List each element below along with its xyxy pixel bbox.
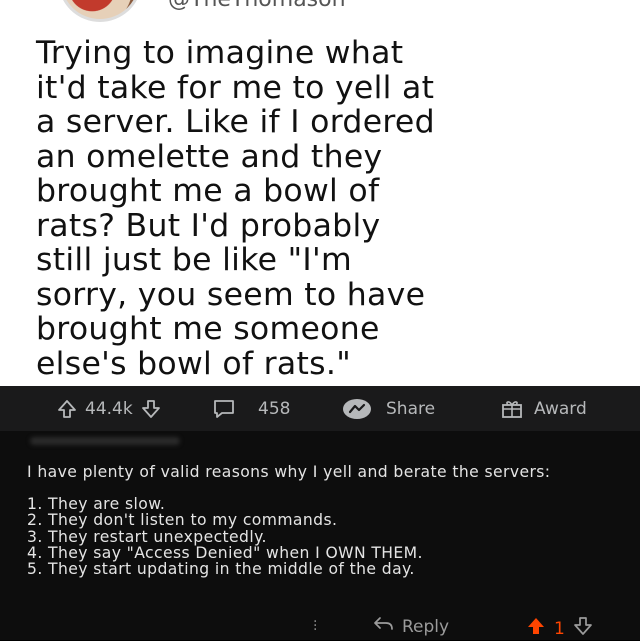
gift-icon bbox=[500, 398, 524, 420]
comment-icon bbox=[212, 398, 236, 420]
reply-icon bbox=[372, 616, 394, 637]
upvote-icon[interactable] bbox=[526, 616, 546, 641]
list-item: 4. They say "Access Denied" when I OWN T… bbox=[27, 543, 423, 562]
upvote-icon[interactable] bbox=[56, 398, 78, 420]
comment-vote: 1 bbox=[526, 616, 593, 641]
share-label: Share bbox=[386, 398, 436, 419]
tweet-text: Trying to imagine what it'd take for me … bbox=[36, 35, 435, 382]
list-item: 2. They don't listen to my commands. bbox=[27, 511, 338, 530]
comment: I have plenty of valid reasons why I yel… bbox=[0, 431, 640, 640]
tweet-handle: @TheThomason bbox=[168, 0, 346, 12]
list-item: 5. They start updating in the middle of … bbox=[27, 560, 415, 579]
downvote-icon[interactable] bbox=[140, 398, 162, 420]
reply-label: Reply bbox=[402, 616, 450, 637]
award-label: Award bbox=[534, 398, 587, 419]
vote-group: 44.4k bbox=[56, 386, 162, 431]
reasons-list: 1. They are slow. 2. They don't listen t… bbox=[27, 496, 627, 577]
upvote-count: 44.4k bbox=[85, 398, 133, 419]
redacted-author bbox=[30, 437, 180, 445]
list-item: 3. They restart unexpectedly. bbox=[27, 527, 267, 546]
comment-body: I have plenty of valid reasons why I yel… bbox=[27, 464, 627, 577]
downvote-icon[interactable] bbox=[573, 616, 593, 641]
award-button[interactable]: Award bbox=[500, 386, 587, 431]
comment-intro: I have plenty of valid reasons why I yel… bbox=[27, 463, 551, 481]
tweet-screenshot: @TheThomason Trying to imagine what it'd… bbox=[0, 0, 640, 386]
avatar bbox=[58, 0, 142, 22]
comment-score: 1 bbox=[554, 618, 565, 639]
comment-count: 458 bbox=[258, 398, 291, 419]
share-icon bbox=[342, 398, 372, 420]
share-button[interactable]: Share bbox=[342, 386, 435, 431]
comment-footer: · · · Reply 1 bbox=[0, 614, 640, 640]
comments-button[interactable]: 458 bbox=[212, 386, 290, 431]
reply-button[interactable]: Reply bbox=[372, 616, 449, 637]
more-options-icon[interactable]: · · · bbox=[313, 615, 317, 637]
list-item: 1. They are slow. bbox=[27, 495, 166, 514]
post-action-bar: 44.4k 458 Share Award bbox=[0, 386, 640, 431]
